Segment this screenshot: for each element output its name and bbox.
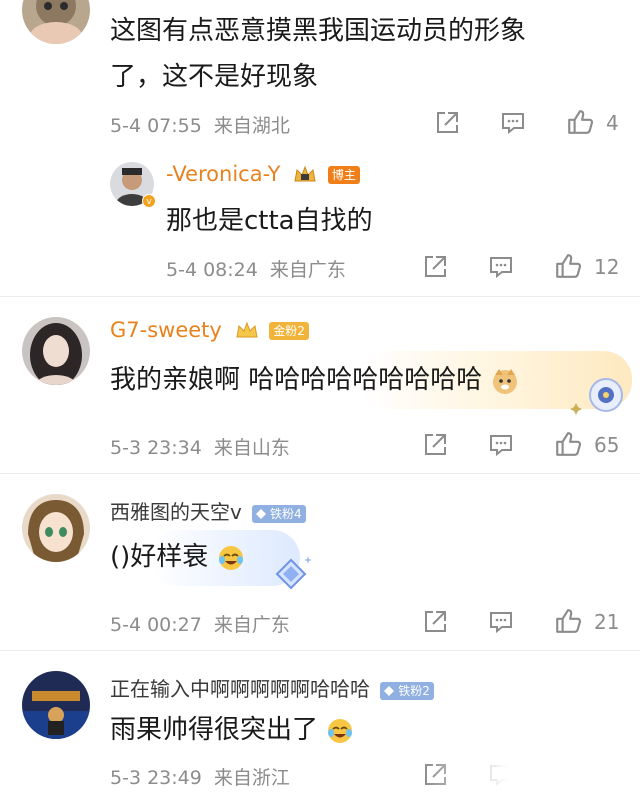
crown-icon (294, 165, 316, 182)
host-badge: 博主 (327, 166, 360, 184)
username[interactable]: G7-sweety 金粉2 (110, 318, 309, 342)
comment-item: G7-sweety 金粉2 我的亲娘啊 哈哈哈哈哈哈哈哈哈 5-3 23:34 … (0, 297, 640, 473)
location: 来自广东 (269, 259, 346, 281)
share-icon[interactable] (422, 609, 448, 635)
comment-text: 这图有点恶意摸黑我国运动员的形象 (110, 16, 527, 46)
avatar-image (22, 494, 90, 562)
time: 5-4 00:27 (110, 614, 202, 636)
comment-icon[interactable] (500, 110, 526, 136)
time: 5-3 23:34 (110, 437, 202, 459)
username[interactable]: -Veronica-Y 博主 (166, 162, 360, 186)
avatar-image (22, 0, 90, 44)
like-icon[interactable] (554, 430, 582, 458)
diamond-icon (256, 508, 267, 519)
location: 来自山东 (213, 437, 290, 459)
laugh-cry-emoji (328, 718, 353, 743)
avatar[interactable] (22, 494, 90, 562)
comment-time: 5-3 23:34 来自山东 (110, 433, 290, 460)
location: 来自浙江 (213, 767, 290, 789)
like-icon[interactable] (554, 607, 582, 635)
doge-emoji (492, 368, 517, 394)
bubble-decoration-icon (275, 556, 312, 590)
comment-text-content: 雨果帅得很突出了 (110, 715, 319, 745)
comment-text-content: ()好样衰 (110, 542, 209, 572)
username-text: 西雅图的天空v (110, 500, 242, 524)
comment-text: ()好样衰 (110, 536, 245, 573)
comment-time: 5-3 23:49 来自浙江 (110, 763, 290, 790)
share-icon[interactable] (434, 110, 460, 136)
username-text: -Veronica-Y (166, 162, 281, 186)
username[interactable]: 正在输入中啊啊啊啊啊哈哈哈 铁粉2 (110, 673, 434, 702)
comment-text: 我的亲娘啊 哈哈哈哈哈哈哈哈哈 (110, 359, 519, 396)
share-icon[interactable] (422, 432, 448, 458)
comment-item: 这图有点恶意摸黑我国运动员的形象 了，这不是好现象 5-4 07:55 来自湖北… (0, 0, 640, 150)
comment-time: 5-4 08:24 来自广东 (166, 255, 346, 282)
like-icon[interactable] (566, 108, 594, 136)
avatar-image (22, 671, 90, 739)
like-count: 12 (594, 255, 620, 279)
verified-badge-icon: v (142, 194, 156, 208)
time: 5-4 08:24 (166, 259, 258, 281)
fan-badge-text: 铁粉4 (270, 506, 302, 521)
share-icon[interactable] (422, 254, 448, 280)
location: 来自湖北 (213, 115, 290, 137)
diamond-icon (384, 685, 395, 696)
comment-icon[interactable] (488, 254, 514, 280)
avatar[interactable] (22, 317, 90, 385)
comment-text-content: 我的亲娘啊 哈哈哈哈哈哈哈哈哈 (110, 365, 483, 395)
comment-icon[interactable] (488, 432, 514, 458)
fan-badge: 金粉2 (269, 322, 309, 340)
comment-text: 那也是ctta自找的 (166, 206, 373, 236)
username-text: G7-sweety (110, 318, 222, 342)
comment-text: 雨果帅得很突出了 (110, 709, 354, 746)
comment-icon[interactable] (488, 609, 514, 635)
svg-text:v: v (146, 197, 152, 207)
avatar[interactable] (22, 671, 90, 739)
like-icon[interactable] (554, 252, 582, 280)
comment-item: 西雅图的天空v 铁粉4 ()好样衰 5-4 00:27 来自广东 21 (0, 474, 640, 650)
time: 5-3 23:49 (110, 767, 202, 789)
fan-badge-text: 铁粉2 (398, 683, 430, 698)
bubble-decoration-icon (570, 378, 623, 415)
username[interactable]: 西雅图的天空v 铁粉4 (110, 496, 306, 525)
username-text: 正在输入中啊啊啊啊啊哈哈哈 (110, 677, 370, 701)
location: 来自广东 (213, 614, 290, 636)
comment-time: 5-4 07:55 来自湖北 (110, 111, 290, 138)
watermark-overlay (424, 749, 634, 805)
comment-time: 5-4 00:27 来自广东 (110, 610, 290, 637)
fan-badge: 铁粉4 (252, 504, 306, 523)
fan-badge: 铁粉2 (380, 681, 434, 700)
crown-icon (235, 321, 258, 338)
laugh-cry-emoji (218, 545, 243, 570)
avatar[interactable] (22, 0, 90, 44)
comment-text-line2: 了，这不是好现象 (110, 62, 319, 92)
time: 5-4 07:55 (110, 115, 202, 137)
like-count: 21 (594, 610, 620, 634)
like-count: 65 (594, 433, 620, 457)
avatar-image (22, 317, 90, 385)
like-count: 4 (606, 111, 619, 135)
reply-item: v -Veronica-Y 博主 那也是ctta自找的 5-4 08:24 来自… (0, 150, 640, 295)
